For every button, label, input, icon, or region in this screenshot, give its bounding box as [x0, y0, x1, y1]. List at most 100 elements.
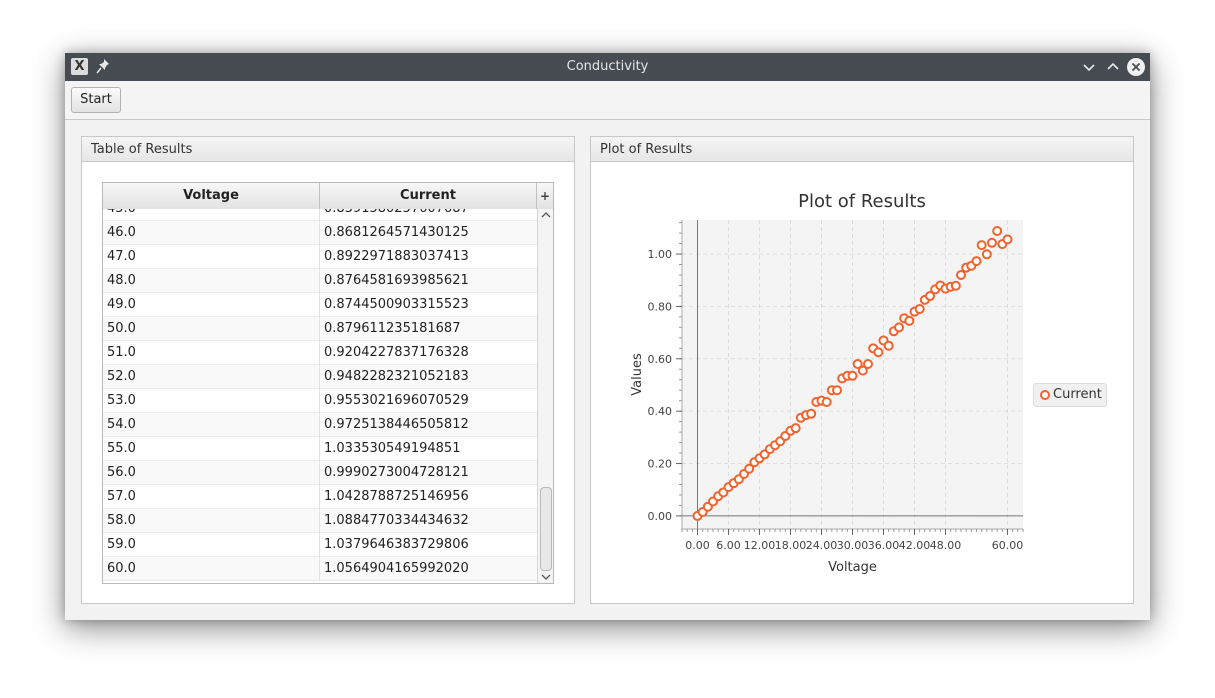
start-button[interactable]: Start: [71, 87, 121, 113]
y-tick-label: 1.00: [648, 248, 673, 261]
voltage-cell: 46.0: [107, 225, 136, 240]
current-cell: 0.9482282321052183: [324, 369, 469, 384]
table-row[interactable]: 49.0 0.8744500903315523: [103, 293, 537, 317]
current-cell: 0.9990273004728121: [324, 465, 469, 480]
column-menu-button[interactable]: +: [537, 183, 553, 209]
column-divider: [319, 485, 320, 509]
x-axis-label: Voltage: [828, 560, 877, 575]
x-tick-label: 24.00: [806, 539, 838, 552]
column-header-current[interactable]: Current: [320, 183, 537, 209]
scroll-thumb[interactable]: [540, 487, 552, 571]
x-tick-label: 36.00: [868, 539, 900, 552]
chart-title: Plot of Results: [798, 191, 926, 212]
window-title: Conductivity: [566, 59, 649, 74]
column-divider: [319, 221, 320, 245]
legend-label: Current: [1053, 387, 1102, 402]
data-point: [883, 340, 894, 351]
current-cell: 0.8922971883037413: [324, 249, 469, 264]
voltage-cell: 47.0: [107, 249, 136, 264]
table-panel-title: Table of Results: [82, 137, 574, 162]
scroll-up-icon[interactable]: [541, 211, 551, 219]
current-cell: 0.8391580257607687: [324, 209, 469, 221]
current-cell: 1.0379646383729806: [324, 537, 469, 552]
y-tick-label: 0.40: [648, 405, 673, 418]
voltage-cell: 58.0: [107, 513, 136, 528]
current-cell: 1.0428788725146956: [324, 489, 469, 504]
data-point: [873, 347, 884, 358]
column-divider: [319, 245, 320, 269]
x-tick-label: 18.00: [775, 539, 807, 552]
table-row[interactable]: 58.0 1.0884770334434632: [103, 509, 537, 533]
data-point: [847, 370, 858, 381]
voltage-cell: 55.0: [107, 441, 136, 456]
title-bar[interactable]: X Conductivity: [65, 53, 1150, 81]
data-point: [821, 396, 832, 407]
table-row[interactable]: 59.0 1.0379646383729806: [103, 533, 537, 557]
voltage-cell: 53.0: [107, 393, 136, 408]
x-tick-label: 42.00: [899, 539, 931, 552]
chart-legend: Current: [1033, 383, 1107, 407]
data-point: [1002, 234, 1013, 245]
legend-marker-icon: [1040, 390, 1050, 400]
column-header-voltage[interactable]: Voltage: [103, 183, 320, 209]
voltage-cell: 51.0: [107, 345, 136, 360]
table-row[interactable]: 50.0 0.879611235181687: [103, 317, 537, 341]
close-icon[interactable]: [1126, 57, 1146, 77]
y-tick-label: 0.60: [648, 353, 673, 366]
column-divider: [319, 437, 320, 461]
plot-panel: Plot of Results 0.00 6.00 12.00 18.00 24.00 3…: [590, 136, 1134, 604]
data-point: [863, 359, 873, 370]
minimize-icon[interactable]: [1079, 57, 1099, 77]
y-tick-label: 0.20: [648, 458, 673, 471]
voltage-cell: 49.0: [107, 297, 136, 312]
data-point: [914, 304, 925, 315]
voltage-cell: 60.0: [107, 561, 136, 576]
maximize-icon[interactable]: [1103, 57, 1123, 77]
data-point: [971, 256, 982, 267]
voltage-cell: 59.0: [107, 537, 136, 552]
voltage-cell: 56.0: [107, 465, 136, 480]
data-point: [790, 423, 801, 434]
current-cell: 0.9725138446505812: [324, 417, 469, 432]
column-divider: [319, 461, 320, 485]
x-tick-label: 30.00: [837, 539, 869, 552]
data-point: [976, 240, 987, 251]
current-cell: 0.9204227837176328: [324, 345, 469, 360]
current-cell: 1.0884770334434632: [324, 513, 469, 528]
table-row[interactable]: 55.0 1.033530549194851: [103, 437, 537, 461]
current-cell: 0.9553021696070529: [324, 393, 469, 408]
table-body: 45.0 0.8391580257607687 46.0 0.868126457143…: [103, 209, 537, 583]
data-point: [956, 269, 966, 280]
table-row[interactable]: 53.0 0.9553021696070529: [103, 389, 537, 413]
table-row[interactable]: 52.0 0.9482282321052183: [103, 365, 537, 389]
current-cell: 0.8744500903315523: [324, 297, 469, 312]
results-table[interactable]: Voltage Current + 45.0 0.8391580257607687…: [102, 182, 554, 584]
vertical-scrollbar[interactable]: [537, 209, 553, 583]
table-row[interactable]: 56.0 0.9990273004728121: [103, 461, 537, 485]
y-tick-label: 0.00: [648, 510, 673, 523]
current-cell: 1.033530549194851: [324, 441, 461, 456]
table-row[interactable]: 48.0 0.8764581693985621: [103, 269, 537, 293]
data-point: [806, 408, 817, 419]
voltage-cell: 45.0: [107, 209, 136, 221]
y-tick-label: 0.80: [648, 300, 673, 313]
x-tick-label: 48.00: [930, 539, 962, 552]
current-cell: 0.879611235181687: [324, 321, 461, 336]
column-divider: [319, 389, 320, 413]
app-window: X Conductivity Start Table of Results Vo…: [65, 53, 1150, 620]
column-divider: [319, 365, 320, 389]
table-row[interactable]: 46.0 0.8681264571430125: [103, 221, 537, 245]
table-rows: 45.0 0.8391580257607687 46.0 0.868126457143…: [103, 209, 537, 581]
scroll-down-icon[interactable]: [541, 573, 551, 581]
x-tick-label: 6.00: [716, 539, 741, 552]
table-row[interactable]: 47.0 0.8922971883037413: [103, 245, 537, 269]
column-divider: [319, 509, 320, 533]
table-row[interactable]: 54.0 0.9725138446505812: [103, 413, 537, 437]
table-row[interactable]: 51.0 0.9204227837176328: [103, 341, 537, 365]
table-row[interactable]: 57.0 1.0428788725146956: [103, 485, 537, 509]
table-row[interactable]: 45.0 0.8391580257607687: [103, 209, 537, 221]
table-row[interactable]: 60.0 1.0564904165992020: [103, 557, 537, 581]
plot-panel-title: Plot of Results: [591, 137, 1133, 162]
current-cell: 1.0564904165992020: [324, 561, 469, 576]
column-divider: [319, 209, 320, 221]
